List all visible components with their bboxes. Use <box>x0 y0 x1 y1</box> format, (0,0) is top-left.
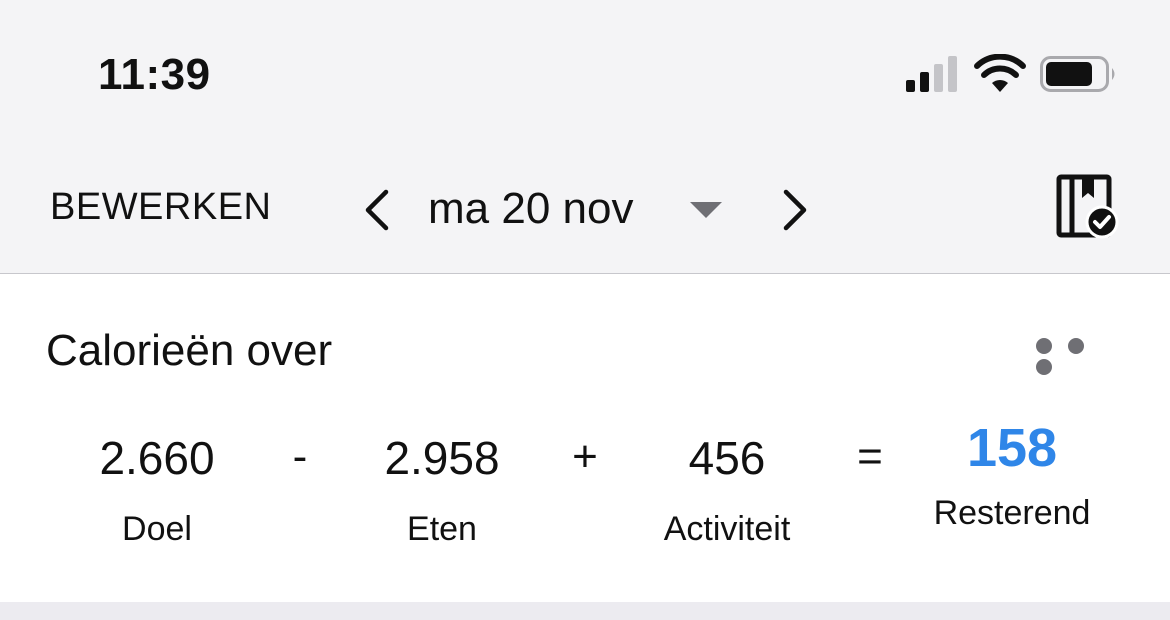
diary-complete-icon[interactable] <box>1056 174 1120 240</box>
status-time: 11:39 <box>98 50 211 99</box>
signal-icon <box>906 56 957 92</box>
equals-operator: = <box>857 432 883 481</box>
minus-operator: - <box>292 432 308 481</box>
caret-down-icon[interactable] <box>690 202 722 218</box>
plus-operator: + <box>572 432 598 481</box>
food-value: 2.958 <box>384 432 500 484</box>
activity-value: 456 <box>688 432 766 484</box>
card-title: Calorieën over <box>46 326 333 375</box>
goal-label: Doel <box>122 510 192 548</box>
wifi-icon <box>974 54 1026 92</box>
date-nav-bar: BEWERKEN ma 20 nov <box>0 140 1170 274</box>
battery-icon <box>1040 56 1115 92</box>
remaining-label: Resterend <box>933 494 1091 532</box>
goal-column: 2.660 Doel <box>37 426 277 549</box>
status-bar: 11:39 <box>0 0 1170 140</box>
chevron-right-icon[interactable] <box>778 188 812 232</box>
food-label: Eten <box>407 510 477 548</box>
activity-label: Activiteit <box>663 510 791 548</box>
goal-value: 2.660 <box>99 432 215 484</box>
more-options-icon[interactable] <box>1036 338 1120 375</box>
edit-button[interactable]: BEWERKEN <box>50 186 271 229</box>
remaining-column: 158 Resterend <box>892 421 1132 533</box>
section-divider <box>0 602 1170 620</box>
remaining-value: 158 <box>966 418 1058 478</box>
food-column: 2.958 Eten <box>322 426 562 549</box>
chevron-left-icon[interactable] <box>360 188 394 232</box>
date-selector[interactable]: ma 20 nov <box>428 184 633 234</box>
activity-column: 456 Activiteit <box>607 426 847 549</box>
calories-remaining-card: Calorieën over 2.660 Doel - 2.958 Eten +… <box>0 274 1170 602</box>
